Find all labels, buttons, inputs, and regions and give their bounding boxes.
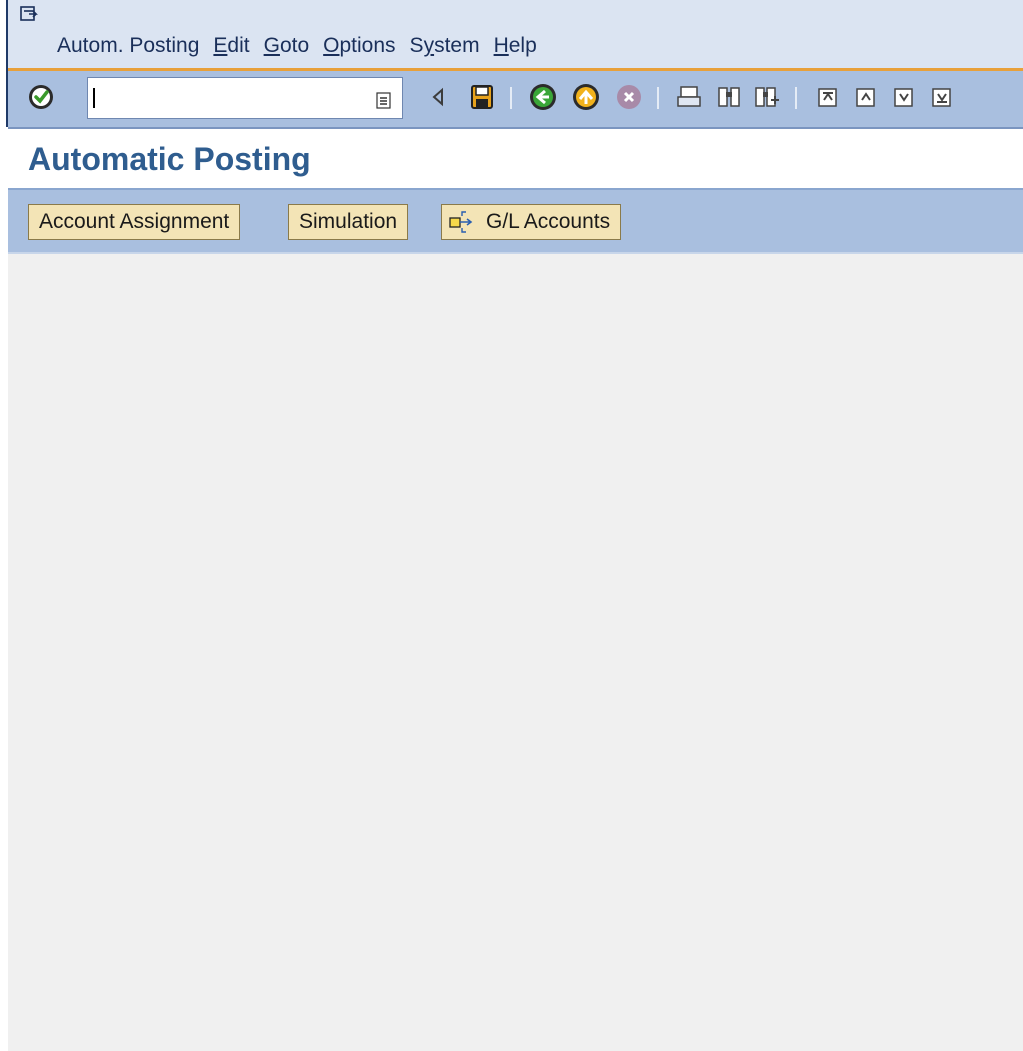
text-caret: [93, 88, 95, 108]
command-field[interactable]: [87, 77, 403, 119]
left-edge: [0, 0, 6, 1051]
menu-edit[interactable]: Edit: [206, 34, 256, 58]
toolbar-separator: [657, 87, 659, 109]
save-icon[interactable]: [467, 82, 497, 112]
menu-options[interactable]: Options: [316, 34, 402, 58]
page-title: Automatic Posting: [28, 141, 311, 177]
back-icon[interactable]: [528, 82, 558, 112]
simulation-label: Simulation: [299, 210, 398, 233]
application-toolbar: Account Assignment Simulation G/L Accoun…: [8, 190, 1023, 254]
gl-accounts-label: G/L Accounts: [486, 210, 611, 233]
menu-items: Autom. Posting Edit Goto Options System …: [50, 34, 544, 58]
cancel-icon[interactable]: [614, 82, 644, 112]
exit-icon[interactable]: [571, 82, 601, 112]
enter-icon[interactable]: [26, 82, 56, 112]
previous-page-icon[interactable]: [850, 82, 880, 112]
menu-system[interactable]: System: [403, 34, 487, 58]
system-menu-icon[interactable]: [20, 6, 38, 22]
toolbar-separator: [795, 87, 797, 109]
standard-toolbar: [8, 71, 1023, 129]
last-page-icon[interactable]: [926, 82, 956, 112]
gl-accounts-button[interactable]: G/L Accounts: [441, 204, 622, 240]
back-arrow-small-icon[interactable]: [424, 82, 454, 112]
main-content-area: [8, 254, 1023, 1051]
simulation-button[interactable]: Simulation: [288, 204, 409, 240]
account-assignment-button[interactable]: Account Assignment: [28, 204, 241, 240]
menu-goto[interactable]: Goto: [257, 34, 317, 58]
find-next-icon[interactable]: [752, 82, 782, 112]
menu-bar: Autom. Posting Edit Goto Options System …: [8, 0, 1023, 68]
first-page-icon[interactable]: [812, 82, 842, 112]
toolbar-separator: [510, 87, 512, 109]
gl-accounts-icon: [448, 210, 478, 234]
find-icon[interactable]: [714, 82, 744, 112]
account-assignment-label: Account Assignment: [39, 210, 230, 233]
title-bar: Automatic Posting: [8, 129, 1023, 187]
sap-window: Autom. Posting Edit Goto Options System …: [0, 0, 1023, 1051]
menu-autom-posting[interactable]: Autom. Posting: [50, 34, 206, 58]
print-icon[interactable]: [674, 82, 704, 112]
next-page-icon[interactable]: [888, 82, 918, 112]
menu-help[interactable]: Help: [487, 34, 544, 58]
command-history-icon[interactable]: [376, 91, 392, 109]
